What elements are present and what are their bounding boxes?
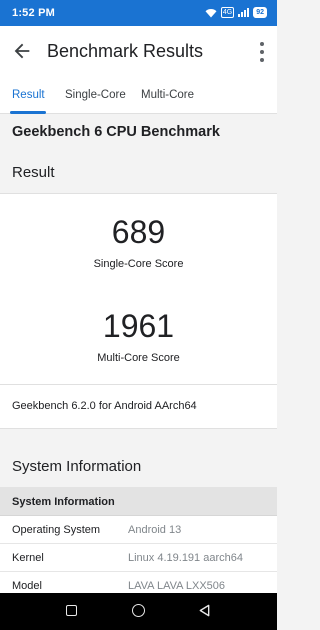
multi-core-score: 1961	[102, 308, 175, 344]
table-row: Kernel Linux 4.19.191 aarch64	[0, 544, 277, 572]
system-nav-bar	[0, 593, 277, 630]
app-bar: Benchmark Results	[0, 26, 277, 78]
tab-bar: Result Single-Core Multi-Core	[0, 78, 277, 114]
multi-core-label: Multi-Core Score	[97, 352, 180, 364]
tab-single-core[interactable]: Single-Core	[65, 89, 126, 101]
row-key: Operating System	[12, 524, 101, 536]
status-icons: 4G 92	[205, 7, 267, 18]
battery-icon: 92	[253, 7, 267, 18]
back-arrow-icon[interactable]	[11, 40, 33, 62]
system-info-table-header: System Information	[0, 487, 277, 516]
row-key: Kernel	[12, 552, 44, 564]
home-icon[interactable]	[132, 604, 145, 617]
more-options-icon[interactable]	[259, 42, 265, 62]
system-info-heading: System Information	[12, 458, 142, 475]
active-tab-indicator	[10, 111, 46, 114]
version-text: Geekbench 6.2.0 for Android AArch64	[12, 400, 197, 412]
wifi-icon	[205, 8, 217, 17]
recents-icon[interactable]	[66, 605, 77, 616]
status-time: 1:52 PM	[12, 7, 55, 19]
row-value: Linux 4.19.191 aarch64	[128, 552, 243, 564]
page-title: Benchmark Results	[47, 41, 204, 61]
single-core-label: Single-Core Score	[93, 258, 184, 270]
result-heading: Result	[12, 164, 55, 181]
network-type-icon: 4G	[220, 7, 235, 18]
status-bar: 1:52 PM 4G 92	[0, 0, 277, 26]
nav-back-icon[interactable]	[198, 604, 211, 617]
row-key: Model	[12, 580, 42, 592]
signal-icon	[238, 8, 250, 17]
row-value: Android 13	[128, 524, 182, 536]
score-card: 689 Single-Core Score 1961 Multi-Core Sc…	[0, 193, 277, 429]
system-info-table: System Information Operating System Andr…	[0, 487, 277, 600]
benchmark-title: Geekbench 6 CPU Benchmark	[12, 124, 220, 140]
tab-result[interactable]: Result	[12, 89, 45, 101]
tab-multi-core[interactable]: Multi-Core	[141, 89, 194, 101]
single-core-score: 689	[111, 214, 166, 250]
row-value: LAVA LAVA LXX506	[128, 580, 226, 592]
divider	[0, 384, 277, 385]
table-row: Operating System Android 13	[0, 516, 277, 544]
